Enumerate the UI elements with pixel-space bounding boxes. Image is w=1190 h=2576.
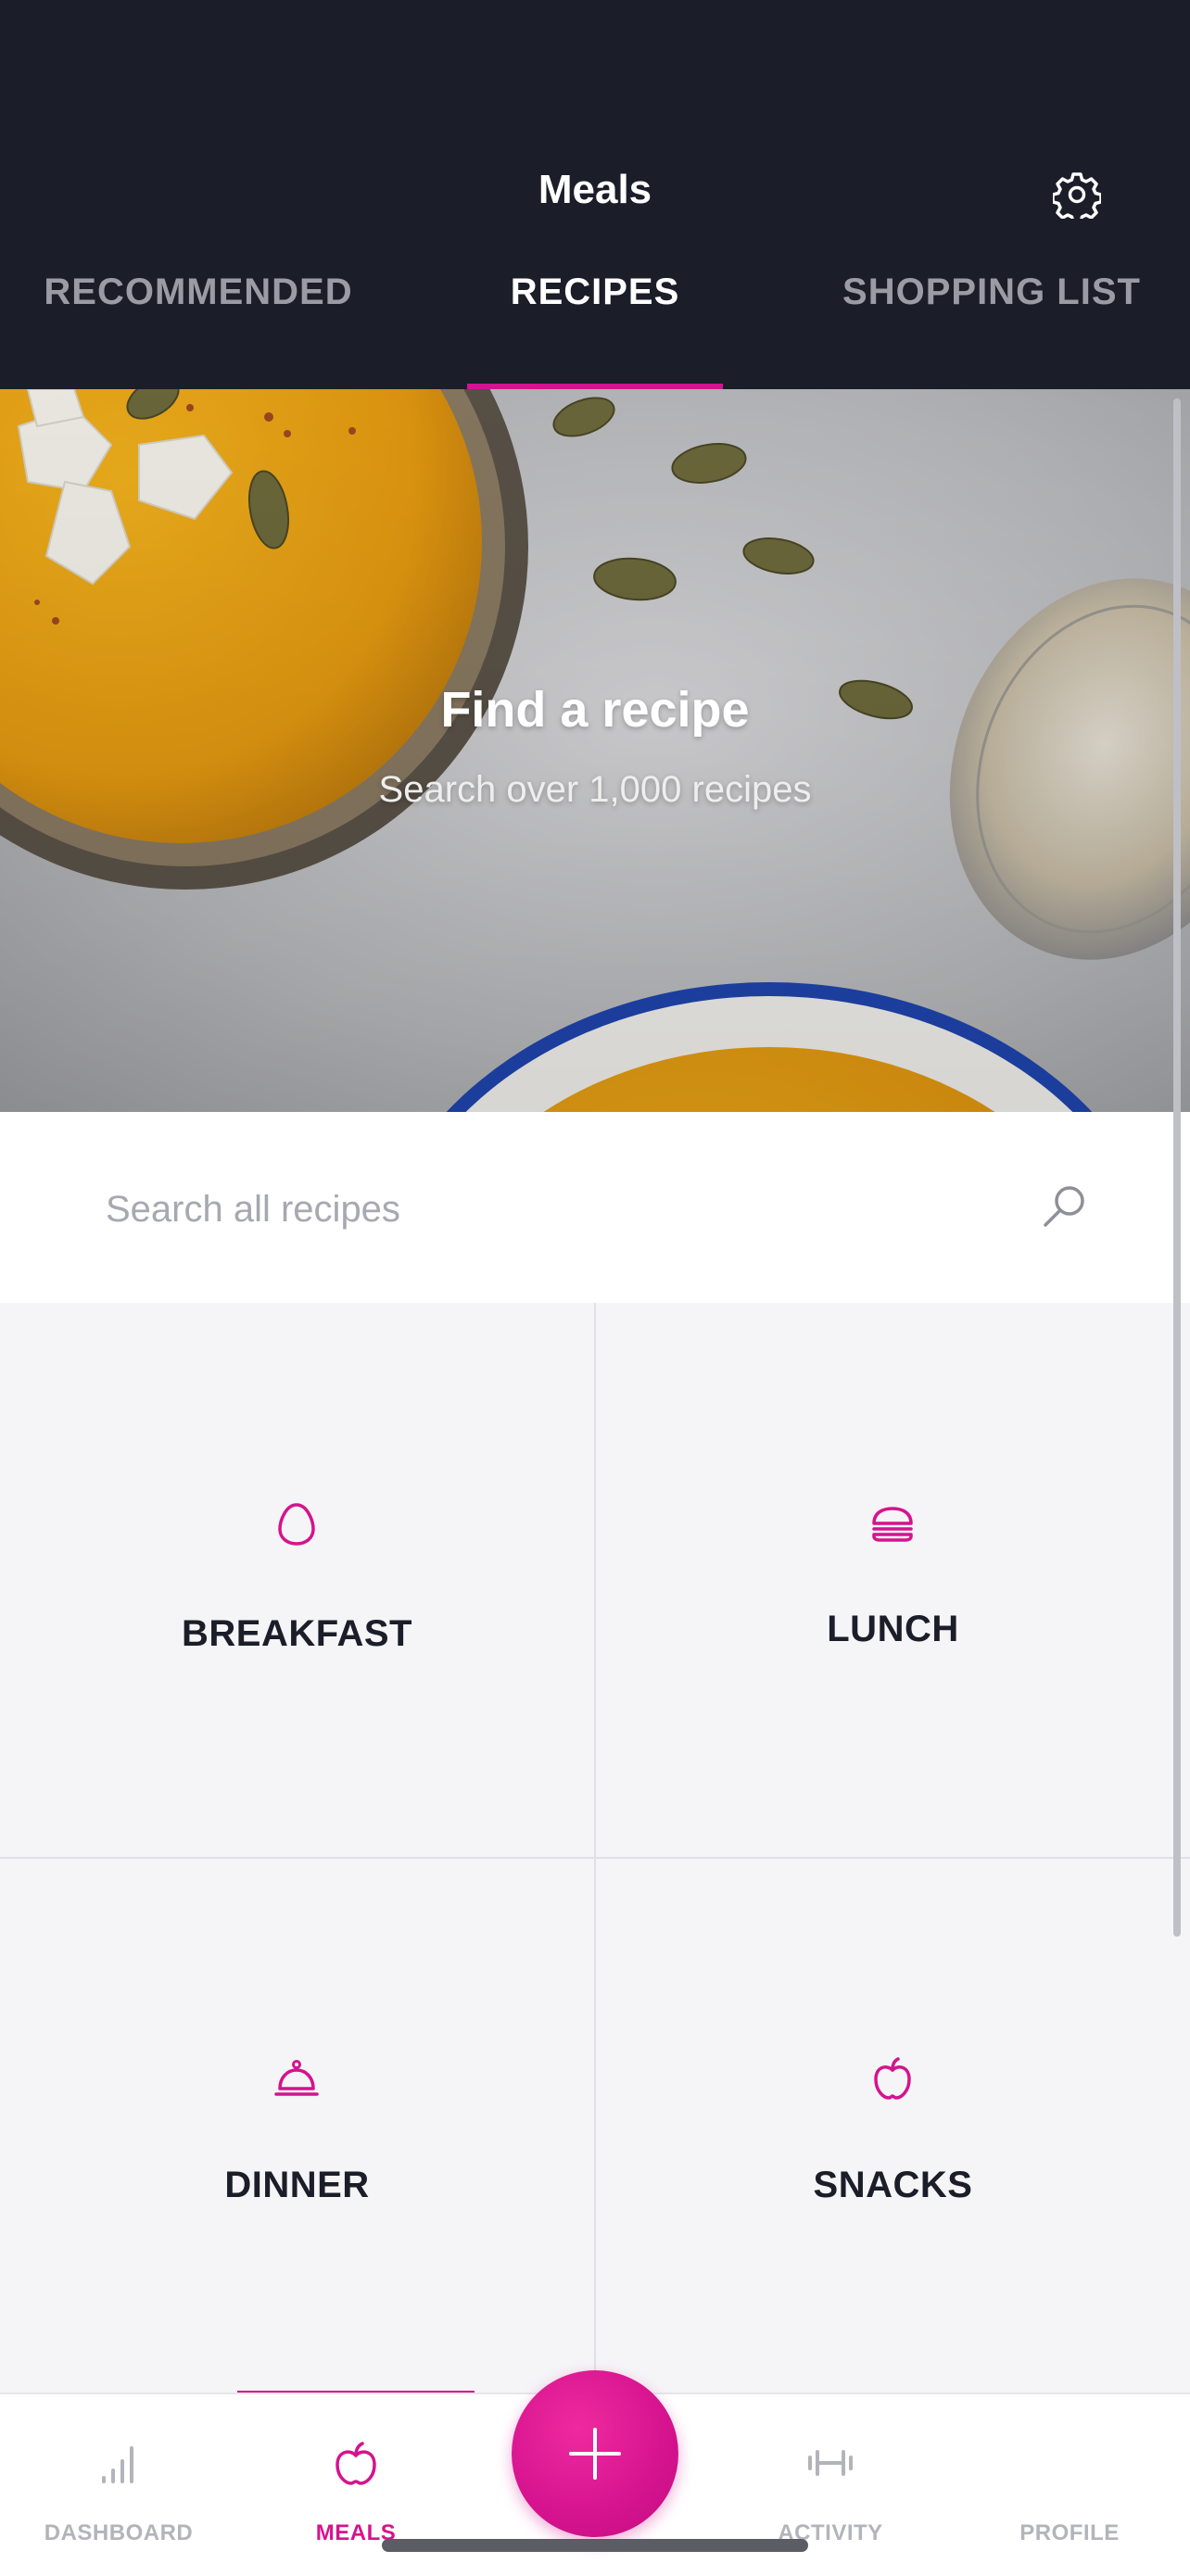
- tab-recommended[interactable]: RECOMMENDED: [0, 259, 397, 389]
- cloche-icon: [271, 2053, 323, 2105]
- meal-category-grid: BREAKFAST LUNCH DINNER SNACKS: [0, 1303, 1190, 2415]
- nav-label: PROFILE: [1019, 2520, 1120, 2545]
- search-input[interactable]: [104, 1169, 1016, 1249]
- bar-chart-icon: [91, 2435, 146, 2491]
- page-title: Meals: [538, 167, 652, 212]
- category-breakfast[interactable]: BREAKFAST: [0, 1303, 596, 1859]
- category-dinner[interactable]: DINNER: [0, 1859, 596, 2415]
- apple-icon: [867, 2053, 918, 2105]
- scrollbar[interactable]: [1173, 398, 1181, 1937]
- egg-icon: [271, 1497, 323, 1549]
- dumbbell-icon: [803, 2435, 858, 2491]
- home-indicator[interactable]: [382, 2539, 808, 2552]
- hero-subtitle: Search over 1,000 recipes: [378, 769, 812, 810]
- category-label: LUNCH: [827, 1609, 959, 1649]
- hero-title: Find a recipe: [440, 682, 750, 738]
- nav-dashboard[interactable]: DASHBOARD: [0, 2394, 237, 2576]
- category-lunch[interactable]: LUNCH: [596, 1303, 1190, 1859]
- app-header: Meals RECOMMENDED RECIPES SHOPPING LIST: [0, 0, 1190, 389]
- category-snacks[interactable]: SNACKS: [596, 1859, 1190, 2415]
- burger-icon: [867, 1497, 918, 1549]
- plus-icon: [569, 2428, 621, 2480]
- category-label: DINNER: [224, 2165, 370, 2205]
- meal-tabs: RECOMMENDED RECIPES SHOPPING LIST: [0, 259, 1190, 389]
- category-label: SNACKS: [813, 2165, 973, 2205]
- soup-photo: [0, 389, 1190, 1112]
- tab-shopping-list[interactable]: SHOPPING LIST: [793, 259, 1190, 389]
- recipe-search-bar: [0, 1112, 1190, 1303]
- recipe-hero-banner: Find a recipe Search over 1,000 recipes: [0, 389, 1190, 1112]
- settings-gear-icon[interactable]: [1051, 170, 1103, 224]
- add-button[interactable]: [512, 2370, 678, 2537]
- search-icon[interactable]: [1038, 1181, 1090, 1232]
- category-label: BREAKFAST: [182, 1613, 412, 1654]
- tab-recipes[interactable]: RECIPES: [397, 259, 793, 389]
- apple-icon: [328, 2435, 384, 2491]
- nav-profile[interactable]: PROFILE: [951, 2394, 1188, 2576]
- nav-label: DASHBOARD: [44, 2520, 194, 2545]
